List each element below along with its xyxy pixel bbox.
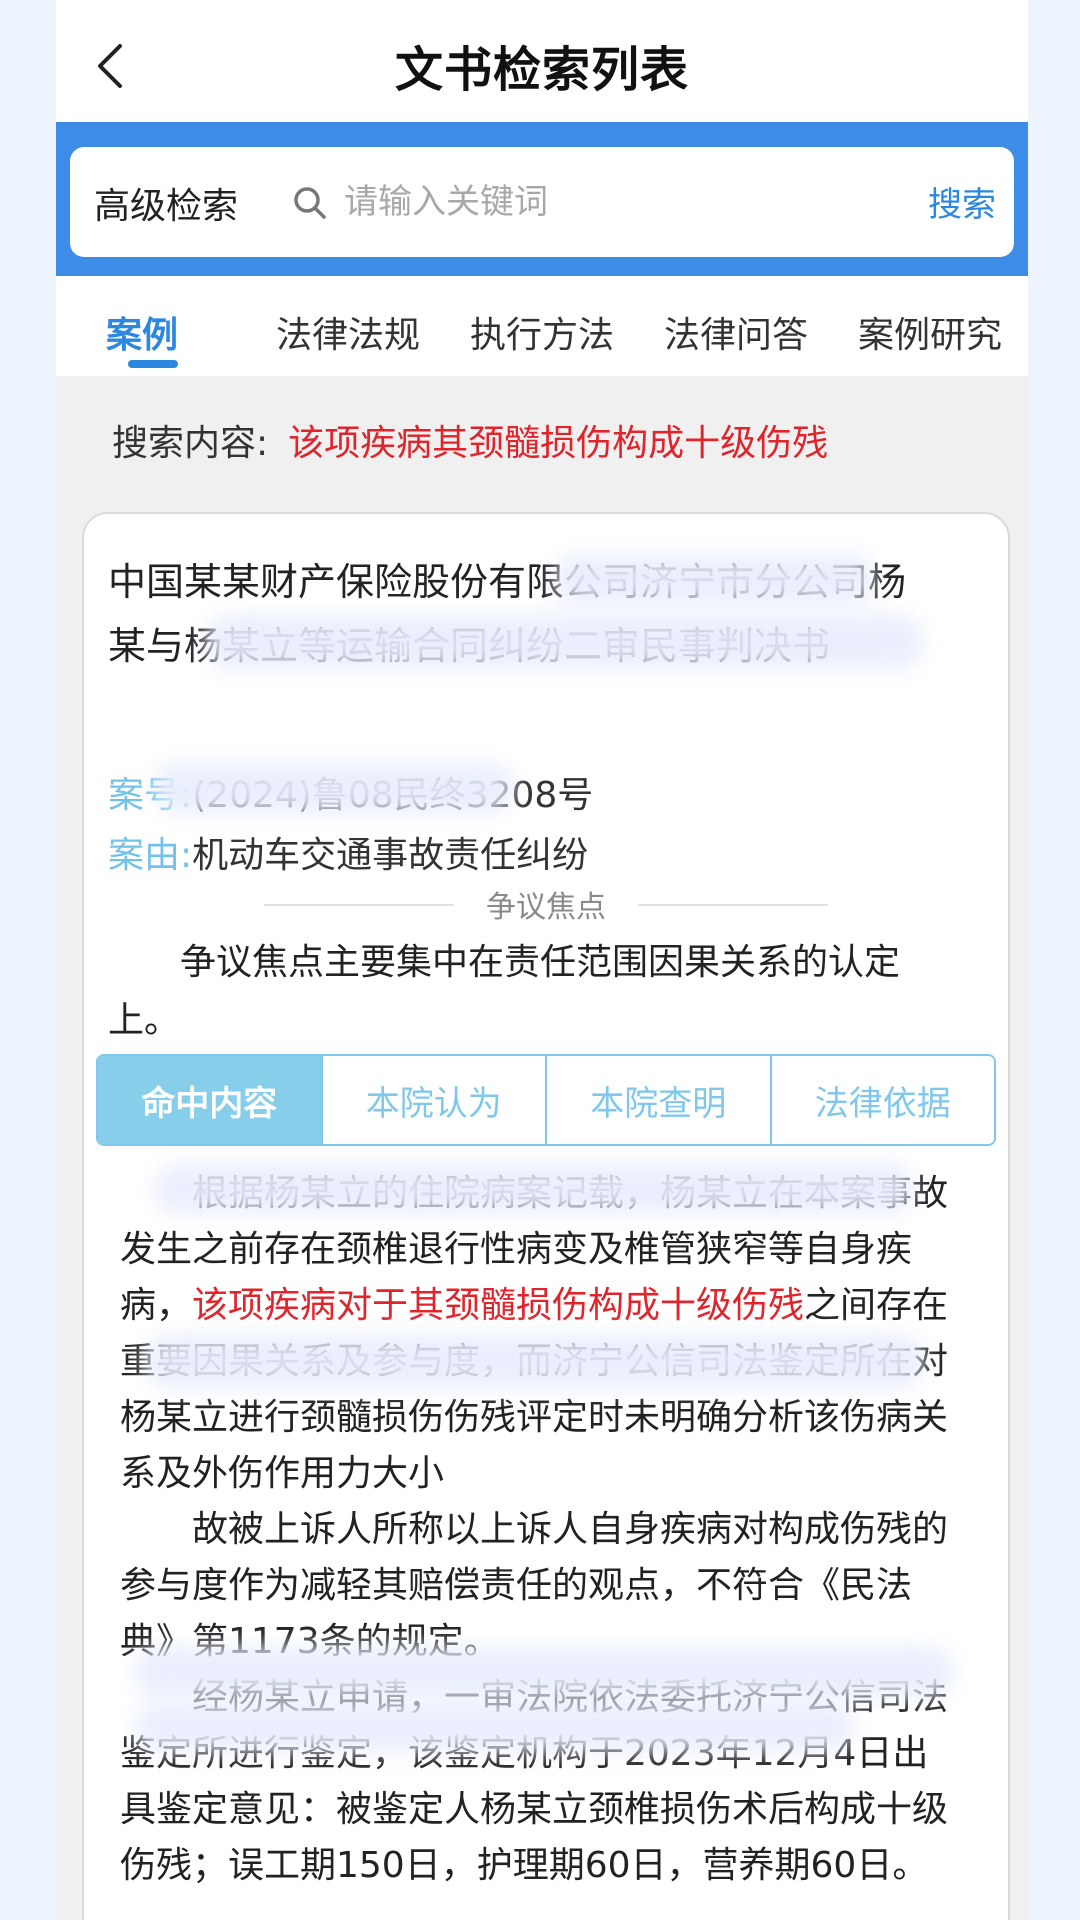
redaction-blur bbox=[134, 1702, 854, 1752]
top-bar: 文书检索列表 bbox=[56, 0, 1028, 122]
segment-hit-content[interactable]: 命中内容 bbox=[98, 1056, 321, 1144]
hit-content-text: 根据杨某立的住院病案记载，杨某立在本案事故发生之前存在颈椎退行性病变及椎管狭窄等… bbox=[120, 1166, 950, 1894]
redaction-blur bbox=[144, 1334, 924, 1388]
case-cause-row: 案由:机动车交通事故责任纠纷 bbox=[108, 826, 588, 878]
search-icon bbox=[290, 183, 330, 223]
category-tabs: 案例 法律法规 执行方法 法律问答 案例研究 bbox=[56, 276, 1028, 376]
dispute-focus-heading: 争议焦点 bbox=[486, 890, 606, 925]
search-band: 高级检索 搜索 bbox=[56, 122, 1028, 276]
hit-highlight: 该项疾病对于其颈髓损伤构成十级伤残 bbox=[192, 1285, 805, 1326]
tab-laws-regulations[interactable]: 法律法规 bbox=[276, 306, 420, 358]
case-cause-label: 案由: bbox=[108, 835, 193, 876]
case-card[interactable]: 中国某某财产保险股份有限公司济宁市分公司杨某与杨某立等运输合同纠纷二审民事判决书… bbox=[82, 512, 1010, 1920]
search-button[interactable]: 搜索 bbox=[928, 177, 996, 226]
redaction-blur bbox=[134, 1646, 954, 1698]
search-content-label: 搜索内容: bbox=[112, 423, 269, 464]
redaction-blur bbox=[154, 762, 514, 814]
redaction-blur bbox=[554, 554, 874, 604]
hit-paragraph-2: 故被上诉人所称以上诉人自身疾病对构成伤残的参与度作为减轻其赔偿责任的观点，不符合… bbox=[120, 1509, 949, 1662]
advanced-search-link[interactable]: 高级检索 bbox=[94, 177, 238, 229]
tab-legal-qa[interactable]: 法律问答 bbox=[664, 306, 808, 358]
segment-court-findings[interactable]: 本院查明 bbox=[545, 1056, 770, 1144]
search-content-value: 该项疾病其颈髓损伤构成十级伤残 bbox=[288, 423, 829, 464]
content-segment-control: 命中内容 本院认为 本院查明 法律依据 bbox=[96, 1054, 996, 1146]
segment-court-opinion[interactable]: 本院认为 bbox=[320, 1056, 545, 1144]
search-box: 高级检索 搜索 bbox=[70, 147, 1014, 257]
tab-cases[interactable]: 案例 bbox=[106, 306, 178, 358]
active-tab-indicator bbox=[128, 360, 178, 368]
app-screen: 文书检索列表 高级检索 搜索 案例 法律法规 执行方法 法律问答 案例研究 搜索… bbox=[56, 0, 1028, 1920]
redaction-blur bbox=[204, 614, 924, 670]
page-title: 文书检索列表 bbox=[394, 42, 689, 98]
search-input[interactable] bbox=[342, 169, 926, 235]
tab-case-studies[interactable]: 案例研究 bbox=[858, 306, 1002, 358]
redaction-blur bbox=[154, 1164, 914, 1214]
dispute-focus-text: 争议焦点主要集中在责任范围因果关系的认定上。 bbox=[108, 942, 901, 1041]
case-cause-value: 机动车交通事故责任纠纷 bbox=[192, 835, 589, 876]
segment-legal-basis[interactable]: 法律依据 bbox=[769, 1056, 994, 1144]
tab-execution-methods[interactable]: 执行方法 bbox=[470, 306, 614, 358]
search-content-line: 搜索内容: 该项疾病其颈髓损伤构成十级伤残 bbox=[112, 414, 828, 466]
